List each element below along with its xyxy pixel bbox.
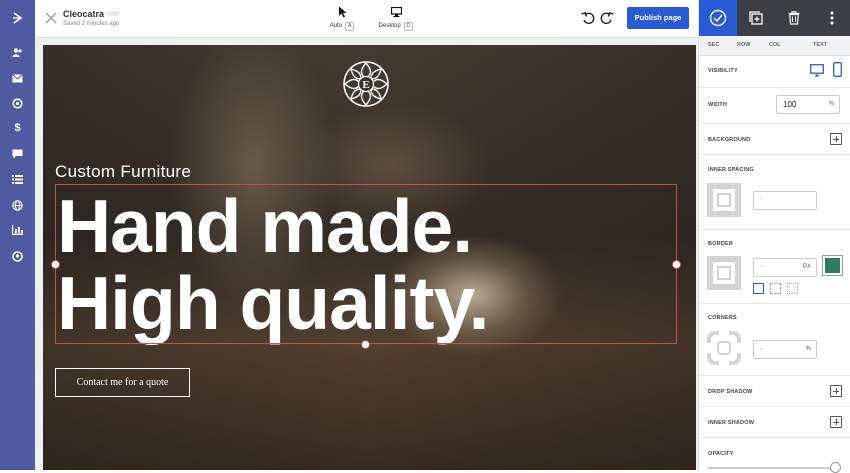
- chart-icon[interactable]: [0, 220, 35, 240]
- list-icon[interactable]: [0, 169, 35, 189]
- drop-shadow-label: DROP SHADOW: [708, 389, 753, 395]
- duplicate-icon[interactable]: [737, 0, 775, 36]
- opacity-slider-track[interactable]: [708, 467, 838, 469]
- analytics-icon[interactable]: [0, 93, 35, 113]
- width-input[interactable]: 100 %: [776, 95, 840, 114]
- inner-shadow-label: INNER SHADOW: [708, 420, 755, 426]
- background-section: BACKGROUND: [699, 124, 850, 155]
- properties-panel: SEC ROW COL TEXT VISIBILITY WIDTH 100 % …: [698, 0, 850, 473]
- border-style-solid[interactable]: [753, 283, 764, 294]
- panel-toolbar: [699, 0, 850, 36]
- spacing-box-icon[interactable]: [707, 183, 741, 217]
- border-label: BORDER: [708, 241, 734, 247]
- border-width-input[interactable]: - PX: [753, 258, 817, 277]
- dollar-icon[interactable]: $: [0, 118, 35, 138]
- opacity-slider-thumb[interactable]: [830, 462, 841, 473]
- save-status: Saved 2 minutes ago: [63, 21, 120, 27]
- opacity-section: OPACITY: [699, 438, 850, 473]
- inner-spacing-label: INNER SPACING: [708, 167, 754, 173]
- mode-auto[interactable]: Auto A: [312, 5, 372, 31]
- breadcrumb-sec[interactable]: SEC: [708, 42, 719, 48]
- trash-icon[interactable]: [775, 0, 813, 36]
- undo-icon[interactable]: [581, 11, 595, 25]
- visibility-section: VISIBILITY: [699, 56, 850, 88]
- contact-quote-button[interactable]: Contact me for a quote: [55, 368, 190, 397]
- width-section: WIDTH 100 %: [699, 88, 850, 124]
- logo-icon[interactable]: [0, 0, 35, 36]
- desktop-visibility-icon[interactable]: [810, 64, 824, 77]
- left-rail: $: [0, 0, 35, 470]
- chat-icon[interactable]: [0, 144, 35, 164]
- background-label: BACKGROUND: [708, 137, 751, 143]
- visibility-label: VISIBILITY: [708, 68, 738, 74]
- width-unit: %: [828, 101, 834, 107]
- border-box-icon[interactable]: [707, 256, 741, 290]
- corners-unit: %: [805, 346, 811, 352]
- add-drop-shadow-icon[interactable]: [830, 385, 842, 397]
- breadcrumb: SEC ROW COL TEXT: [699, 36, 850, 56]
- opacity-label: OPACITY: [708, 451, 734, 457]
- mode-desktop[interactable]: Desktop D: [366, 5, 426, 31]
- add-background-icon[interactable]: [830, 133, 842, 145]
- mail-icon[interactable]: [0, 68, 35, 88]
- brand-emblem-icon: E: [343, 61, 389, 107]
- breadcrumb-text[interactable]: TEXT: [813, 42, 827, 48]
- close-icon[interactable]: [45, 12, 57, 24]
- mobile-visibility-icon[interactable]: [833, 62, 842, 77]
- publish-button[interactable]: Publish page: [627, 7, 689, 29]
- breadcrumb-row[interactable]: ROW: [737, 42, 750, 48]
- border-color-swatch[interactable]: [822, 255, 843, 276]
- resize-handle-left[interactable]: [51, 260, 60, 269]
- mode-auto-key: A: [345, 22, 355, 31]
- corners-label: CORNERS: [708, 315, 737, 321]
- confirm-check-icon[interactable]: [699, 0, 737, 36]
- drop-shadow-section: DROP SHADOW: [699, 376, 850, 407]
- hero-subtitle[interactable]: Custom Furniture: [55, 162, 191, 182]
- inner-shadow-section: INNER SHADOW: [699, 407, 850, 438]
- site-name[interactable]: Cleocatra: [63, 9, 104, 19]
- editor-canvas: E Custom Furniture Hand made. High quali…: [35, 38, 698, 470]
- width-label: WIDTH: [708, 102, 728, 108]
- pin-icon[interactable]: [0, 246, 35, 266]
- border-placeholder: -: [760, 262, 763, 271]
- selection-outline: [55, 184, 677, 344]
- border-style-dotted[interactable]: [787, 283, 798, 294]
- svg-text:E: E: [362, 79, 369, 91]
- inner-spacing-section: INNER SPACING -: [699, 155, 850, 230]
- resize-handle-right[interactable]: [672, 260, 681, 269]
- cursor-icon: [312, 5, 372, 19]
- border-unit: PX: [802, 264, 811, 270]
- inner-spacing-input[interactable]: -: [753, 191, 817, 210]
- resize-handle-bottom[interactable]: [361, 340, 370, 349]
- mode-auto-label: Auto: [329, 23, 342, 29]
- inner-spacing-placeholder: -: [760, 195, 763, 204]
- border-style-dashed[interactable]: [770, 283, 781, 294]
- more-dots-icon[interactable]: ○○○: [107, 9, 119, 18]
- corners-placeholder: -: [760, 344, 763, 353]
- hero-section[interactable]: E Custom Furniture Hand made. High quali…: [43, 45, 696, 470]
- globe-icon[interactable]: [0, 195, 35, 215]
- border-section: BORDER - PX: [699, 230, 850, 304]
- contacts-icon[interactable]: [0, 42, 35, 62]
- mode-desktop-label: Desktop: [378, 23, 401, 29]
- corners-section: CORNERS - %: [699, 304, 850, 376]
- mode-desktop-key: D: [403, 22, 414, 31]
- top-bar: Cleocatra ○○○ Saved 2 minutes ago Auto A …: [35, 0, 698, 38]
- desktop-icon: [366, 5, 426, 19]
- add-inner-shadow-icon[interactable]: [830, 416, 842, 428]
- redo-icon[interactable]: [600, 11, 614, 25]
- width-value: 100: [783, 100, 797, 109]
- breadcrumb-col[interactable]: COL: [769, 42, 781, 48]
- corners-input[interactable]: - %: [753, 340, 817, 359]
- more-vertical-icon[interactable]: [813, 0, 850, 36]
- corners-icon[interactable]: [707, 331, 741, 365]
